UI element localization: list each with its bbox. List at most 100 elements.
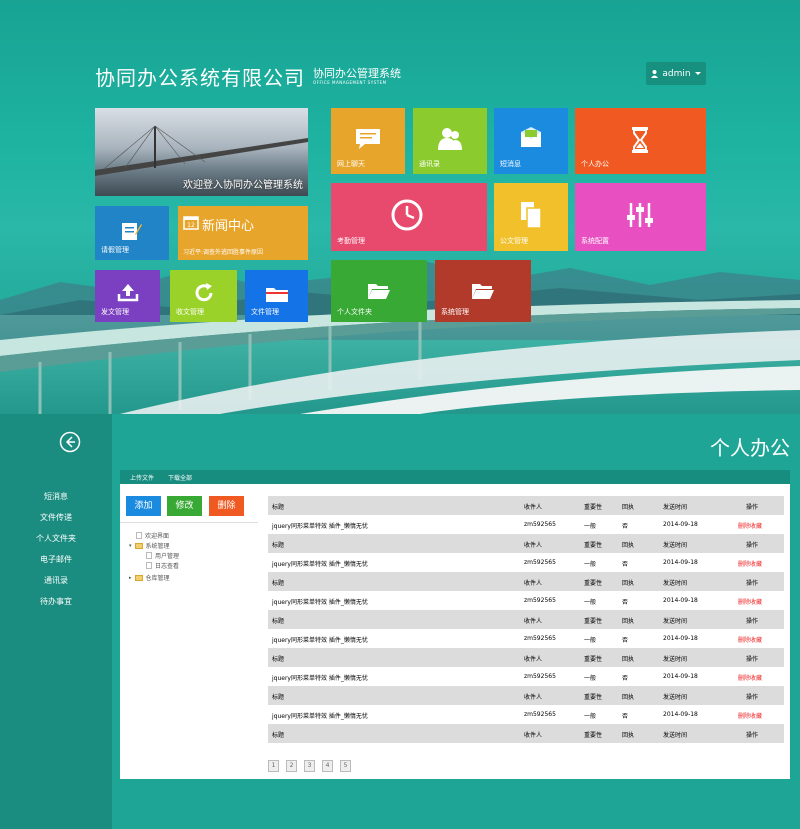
header-cell-importance: 重要性 bbox=[584, 504, 603, 511]
header-cell-time: 发送时间 bbox=[663, 542, 688, 549]
delete-link[interactable]: 删除 bbox=[738, 599, 750, 606]
sidebar-item-personal-folder[interactable]: 个人文件夹 bbox=[0, 533, 112, 544]
header-cell-ops: 操作 bbox=[746, 580, 759, 587]
download-all-link[interactable]: 下载全部 bbox=[168, 473, 192, 482]
collect-link[interactable]: 收藏 bbox=[750, 675, 762, 682]
collect-link[interactable]: 收藏 bbox=[750, 599, 762, 606]
news-headline[interactable]: 习近平:调查外逃回胜事件原因 bbox=[183, 247, 263, 256]
tile-file-mgmt[interactable]: 文件管理 bbox=[245, 270, 308, 322]
tree-node-users[interactable]: 用户管理 bbox=[146, 551, 179, 560]
tile-sms[interactable]: 短消息 bbox=[494, 108, 568, 174]
add-button[interactable]: 添加 bbox=[126, 496, 161, 516]
tile-chat[interactable]: 网上聊天 bbox=[331, 108, 405, 174]
header-cell-receiver: 收件人 bbox=[524, 580, 543, 587]
tile-label: 发文管理 bbox=[101, 308, 129, 316]
header-cell-title: 标题 bbox=[272, 580, 285, 587]
tile-leave[interactable]: 请假管理 bbox=[95, 206, 169, 260]
tile-send-doc[interactable]: 发文管理 bbox=[95, 270, 160, 322]
table-header-row: 标题 收件人 重要性 回执 发送时间 操作 bbox=[268, 572, 784, 591]
tile-label: 网上聊天 bbox=[337, 160, 365, 168]
user-icon bbox=[651, 69, 659, 78]
tile-personal-folder[interactable]: 个人文件夹 bbox=[331, 260, 427, 322]
header-cell-importance: 重要性 bbox=[584, 542, 603, 549]
cell-receipt: 否 bbox=[622, 561, 629, 568]
tree-node-warehouse[interactable]: ▸ 仓库管理 bbox=[129, 573, 170, 582]
cell-time: 2014-09-18 bbox=[663, 711, 698, 718]
page-button[interactable]: 3 bbox=[304, 760, 315, 772]
edit-button[interactable]: 修改 bbox=[167, 496, 202, 516]
news-title: 新闻中心 bbox=[202, 219, 255, 234]
upload-file-link[interactable]: 上传文件 bbox=[130, 473, 154, 482]
delete-link[interactable]: 删除 bbox=[738, 713, 750, 720]
header-cell-importance: 重要性 bbox=[584, 656, 603, 663]
tree-node-sys[interactable]: ▾ 系统管理 bbox=[129, 541, 170, 550]
header-cell-time: 发送时间 bbox=[663, 580, 688, 587]
page-button[interactable]: 5 bbox=[340, 760, 351, 772]
cell-receiver: zm592565 bbox=[524, 521, 556, 528]
table-row[interactable]: jquery同形菜单特效 插件_懒惰无忧 zm592565 一般 否 2014-09-1… bbox=[268, 553, 784, 572]
table-row[interactable]: jquery同形菜单特效 插件_懒惰无忧 zm592565 一般 否 2014-09-1… bbox=[268, 629, 784, 648]
collect-link[interactable]: 收藏 bbox=[750, 523, 762, 530]
delete-link[interactable]: 删除 bbox=[738, 523, 750, 530]
delete-link[interactable]: 删除 bbox=[738, 637, 750, 644]
table-row[interactable]: jquery同形菜单特效 插件_懒惰无忧 zm592565 一般 否 2014-09-1… bbox=[268, 591, 784, 610]
row-actions: 删除收藏 bbox=[738, 711, 762, 720]
tile-sys-config[interactable]: 系统配置 bbox=[575, 183, 706, 251]
table-header-row: 标题 收件人 重要性 回执 发送时间 操作 bbox=[268, 648, 784, 667]
tile-receive-doc[interactable]: 收文管理 bbox=[170, 270, 237, 322]
header-cell-receiver: 收件人 bbox=[524, 504, 543, 511]
hourglass-icon bbox=[632, 127, 648, 153]
tile-contacts[interactable]: 通讯录 bbox=[413, 108, 487, 174]
system-name-en: OFFICE MANAGEMENT SYSTEM bbox=[313, 80, 387, 85]
refresh-icon bbox=[195, 283, 213, 302]
sidebar-item-contacts[interactable]: 通讯录 bbox=[0, 575, 112, 586]
delete-button[interactable]: 删除 bbox=[209, 496, 244, 516]
tile-official-doc[interactable]: 公文管理 bbox=[494, 183, 568, 251]
delete-link[interactable]: 删除 bbox=[738, 561, 750, 568]
table-row[interactable]: jquery同形菜单特效 插件_懒惰无忧 zm592565 一般 否 2014-09-1… bbox=[268, 515, 784, 534]
delete-link[interactable]: 删除 bbox=[738, 675, 750, 682]
header-cell-ops: 操作 bbox=[746, 542, 759, 549]
user-menu-button[interactable]: admin bbox=[646, 62, 706, 85]
back-arrow-icon[interactable] bbox=[59, 431, 81, 453]
tree-node-welcome[interactable]: 欢迎界面 bbox=[136, 531, 169, 540]
cell-title: jquery同形菜单特效 插件_懒惰无忧 bbox=[272, 637, 368, 644]
chat-icon bbox=[356, 129, 380, 149]
header-cell-importance: 重要性 bbox=[584, 732, 603, 739]
tile-sys-mgmt[interactable]: 系统管理 bbox=[435, 260, 531, 322]
row-actions: 删除收藏 bbox=[738, 597, 762, 606]
tile-label: 个人文件夹 bbox=[337, 308, 372, 316]
header-cell-receiver: 收件人 bbox=[524, 542, 543, 549]
documents-icon bbox=[521, 202, 542, 229]
page-button[interactable]: 1 bbox=[268, 760, 279, 772]
tree-node-logs[interactable]: 日志查看 bbox=[146, 561, 179, 570]
header-cell-receipt: 回执 bbox=[622, 618, 635, 625]
collect-link[interactable]: 收藏 bbox=[750, 637, 762, 644]
header-cell-title: 标题 bbox=[272, 732, 285, 739]
cell-receipt: 否 bbox=[622, 637, 629, 644]
svg-text:12: 12 bbox=[187, 222, 195, 229]
sidebar-item-file-transfer[interactable]: 文件传递 bbox=[0, 512, 112, 523]
page-button[interactable]: 2 bbox=[286, 760, 297, 772]
collect-link[interactable]: 收藏 bbox=[750, 713, 762, 720]
sidebar-item-todo[interactable]: 待办事宜 bbox=[0, 596, 112, 607]
sidebar-item-sms[interactable]: 短消息 bbox=[0, 491, 112, 502]
tile-news[interactable]: 12 新闻中心 习近平:调查外逃回胜事件原因 bbox=[178, 206, 308, 260]
page-button[interactable]: 4 bbox=[322, 760, 333, 772]
header-cell-ops: 操作 bbox=[746, 618, 759, 625]
cell-importance: 一般 bbox=[584, 713, 597, 720]
tile-attendance[interactable]: 考勤管理 bbox=[331, 183, 487, 251]
collect-link[interactable]: 收藏 bbox=[750, 561, 762, 568]
folder-open-icon bbox=[472, 284, 494, 299]
header-cell-time: 发送时间 bbox=[663, 504, 688, 511]
cell-time: 2014-09-18 bbox=[663, 597, 698, 604]
header-cell-title: 标题 bbox=[272, 694, 285, 701]
table-row[interactable]: jquery同形菜单特效 插件_懒惰无忧 zm592565 一般 否 2014-09-1… bbox=[268, 705, 784, 724]
cell-receipt: 否 bbox=[622, 599, 629, 606]
sidebar-item-email[interactable]: 电子邮件 bbox=[0, 554, 112, 565]
row-actions: 删除收藏 bbox=[738, 673, 762, 682]
tile-welcome[interactable]: 欢迎登入协同办公管理系统 bbox=[95, 108, 308, 196]
tile-personal[interactable]: 个人办公 bbox=[575, 108, 706, 174]
cell-title: jquery同形菜单特效 插件_懒惰无忧 bbox=[272, 599, 368, 606]
table-row[interactable]: jquery同形菜单特效 插件_懒惰无忧 zm592565 一般 否 2014-09-1… bbox=[268, 667, 784, 686]
